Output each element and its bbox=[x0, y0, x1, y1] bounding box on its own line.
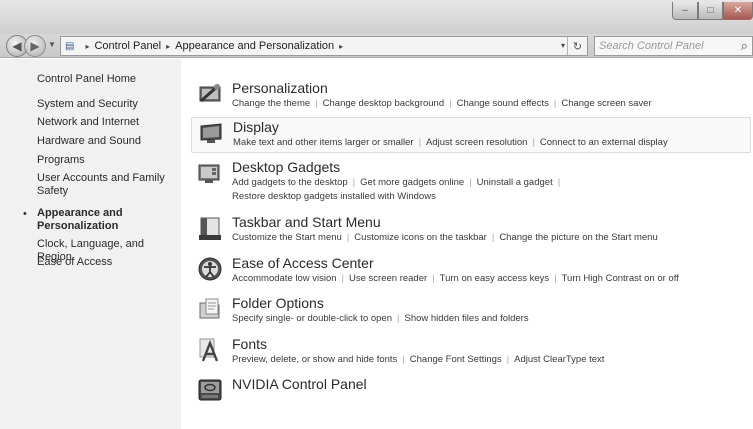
display-icon[interactable] bbox=[198, 120, 224, 146]
task-link[interactable]: Turn High Contrast on or off bbox=[562, 273, 679, 284]
close-button[interactable]: ✕ bbox=[723, 2, 753, 20]
task-link[interactable]: Change the picture on the Start menu bbox=[499, 232, 657, 243]
sidebar: Control Panel Home System and Security N… bbox=[0, 59, 181, 429]
refresh-button[interactable]: ↻ bbox=[567, 37, 587, 55]
task-link[interactable]: Change Font Settings bbox=[410, 354, 502, 365]
task-link[interactable]: Customize icons on the taskbar bbox=[354, 232, 487, 243]
task-link[interactable]: Show hidden files and folders bbox=[404, 313, 528, 324]
task-link[interactable]: Customize the Start menu bbox=[232, 232, 342, 243]
search-input[interactable] bbox=[599, 39, 729, 53]
maximize-button[interactable]: □ bbox=[698, 2, 723, 20]
task-link[interactable]: Change desktop background bbox=[323, 98, 444, 109]
sidebar-item-ease-of-access[interactable]: Ease of Access bbox=[37, 256, 112, 269]
sidebar-item-system-security[interactable]: System and Security bbox=[37, 98, 138, 111]
task-links: Change the theme | Change desktop backgrou… bbox=[232, 98, 652, 109]
task-link[interactable]: Turn on easy access keys bbox=[440, 273, 549, 284]
category-title[interactable]: Fonts bbox=[232, 335, 267, 353]
forward-arrow-icon: ▶ bbox=[30, 39, 40, 53]
breadcrumb-separator-icon[interactable]: ▸ bbox=[166, 42, 170, 51]
refresh-icon: ↻ bbox=[572, 40, 583, 53]
category-title[interactable]: Ease of Access Center bbox=[232, 254, 374, 272]
task-link[interactable]: Make text and other items larger or smal… bbox=[233, 137, 414, 148]
task-link[interactable]: Connect to an external display bbox=[540, 137, 668, 148]
main-content: Personalization Change the theme | Change … bbox=[181, 59, 753, 429]
category-folder-options: Folder Options Specify single- or double… bbox=[191, 294, 751, 328]
task-link[interactable]: Restore desktop gadgets installed with W… bbox=[232, 191, 436, 202]
category-fonts: Fonts Preview, delete, or show and hide … bbox=[191, 335, 751, 369]
task-links: Customize the Start menu | Customize icons… bbox=[232, 232, 658, 243]
task-link[interactable]: Adjust ClearType text bbox=[514, 354, 604, 365]
folder-options-icon[interactable] bbox=[197, 296, 223, 322]
address-bar[interactable]: ▤ ▸ Control Panel ▸ Appearance and Perso… bbox=[60, 36, 588, 56]
task-links: Preview, delete, or show and hide fonts |… bbox=[232, 354, 605, 365]
category-ease-of-access: Ease of Access Center Accommodate low vi… bbox=[191, 254, 751, 288]
navigation-toolbar: ◀ ▶ ▼ ▤ ▸ Control Panel ▸ Appearance and… bbox=[0, 34, 753, 58]
maximize-icon: □ bbox=[707, 5, 714, 16]
task-link[interactable]: Uninstall a gadget bbox=[477, 177, 553, 188]
forward-button[interactable]: ▶ bbox=[24, 35, 46, 57]
fonts-icon[interactable] bbox=[197, 337, 223, 363]
task-links: Add gadgets to the desktop | Get more gadg… bbox=[232, 177, 561, 202]
task-link[interactable]: Accommodate low vision bbox=[232, 273, 337, 284]
window-controls: – □ ✕ bbox=[672, 2, 753, 20]
breadcrumb-appearance[interactable]: Appearance and Personalization bbox=[175, 40, 334, 52]
category-display: Display Make text and other items larger… bbox=[191, 117, 751, 153]
current-page-bullet-icon: • bbox=[23, 208, 27, 220]
task-link[interactable]: Specify single- or double-click to open bbox=[232, 313, 392, 324]
personalization-icon[interactable] bbox=[197, 81, 223, 107]
sidebar-item-user-accounts[interactable]: User Accounts and Family Safety bbox=[37, 172, 172, 198]
category-title[interactable]: Display bbox=[233, 118, 279, 136]
task-links: Make text and other items larger or smal… bbox=[233, 137, 668, 148]
category-title[interactable]: Personalization bbox=[232, 79, 328, 97]
sidebar-item-hardware-sound[interactable]: Hardware and Sound bbox=[37, 135, 141, 148]
task-link[interactable]: Use screen reader bbox=[349, 273, 427, 284]
address-dropdown-icon[interactable]: ▾ bbox=[561, 41, 565, 50]
task-link[interactable]: Change sound effects bbox=[457, 98, 549, 109]
recent-pages-dropdown-icon[interactable]: ▼ bbox=[48, 40, 56, 49]
task-links: Specify single- or double-click to open |… bbox=[232, 313, 529, 324]
sidebar-item-network-internet[interactable]: Network and Internet bbox=[37, 116, 139, 129]
category-nvidia: NVIDIA Control Panel bbox=[191, 375, 751, 405]
sidebar-item-appearance: Appearance and Personalization bbox=[37, 207, 123, 232]
control-panel-icon: ▤ bbox=[65, 40, 75, 52]
task-link[interactable]: Change the theme bbox=[232, 98, 310, 109]
search-icon[interactable]: ⌕ bbox=[741, 38, 748, 54]
title-bar: – □ ✕ bbox=[0, 0, 753, 34]
breadcrumb-separator-icon[interactable]: ▸ bbox=[339, 42, 343, 51]
task-link[interactable]: Change screen saver bbox=[561, 98, 651, 109]
gadgets-icon[interactable] bbox=[197, 160, 223, 186]
search-box[interactable]: ⌕ bbox=[594, 36, 753, 56]
breadcrumb-control-panel[interactable]: Control Panel bbox=[94, 40, 161, 52]
category-personalization: Personalization Change the theme | Change … bbox=[191, 79, 751, 113]
category-title[interactable]: Taskbar and Start Menu bbox=[232, 213, 381, 231]
back-arrow-icon: ◀ bbox=[12, 39, 22, 53]
breadcrumb-separator-icon[interactable]: ▸ bbox=[85, 42, 89, 51]
task-link[interactable]: Preview, delete, or show and hide fonts bbox=[232, 354, 397, 365]
sidebar-item-control-panel-home[interactable]: Control Panel Home bbox=[37, 73, 136, 86]
task-link[interactable]: Get more gadgets online bbox=[360, 177, 464, 188]
category-title[interactable]: NVIDIA Control Panel bbox=[232, 375, 367, 393]
category-desktop-gadgets: Desktop Gadgets Add gadgets to the deskt… bbox=[191, 158, 751, 206]
minimize-button[interactable]: – bbox=[672, 2, 698, 20]
nvidia-icon[interactable] bbox=[197, 377, 223, 403]
category-title[interactable]: Folder Options bbox=[232, 294, 324, 312]
task-link[interactable]: Adjust screen resolution bbox=[426, 137, 527, 148]
category-title[interactable]: Desktop Gadgets bbox=[232, 158, 340, 176]
sidebar-item-programs[interactable]: Programs bbox=[37, 154, 85, 167]
taskbar-icon[interactable] bbox=[197, 215, 223, 241]
category-taskbar: Taskbar and Start Menu Customize the Sta… bbox=[191, 213, 751, 247]
close-icon: ✕ bbox=[733, 5, 743, 16]
minimize-icon: – bbox=[682, 5, 688, 16]
ease-of-access-icon[interactable] bbox=[197, 256, 223, 282]
task-links: Accommodate low vision | Use screen reader… bbox=[232, 273, 679, 284]
task-link[interactable]: Add gadgets to the desktop bbox=[232, 177, 348, 188]
